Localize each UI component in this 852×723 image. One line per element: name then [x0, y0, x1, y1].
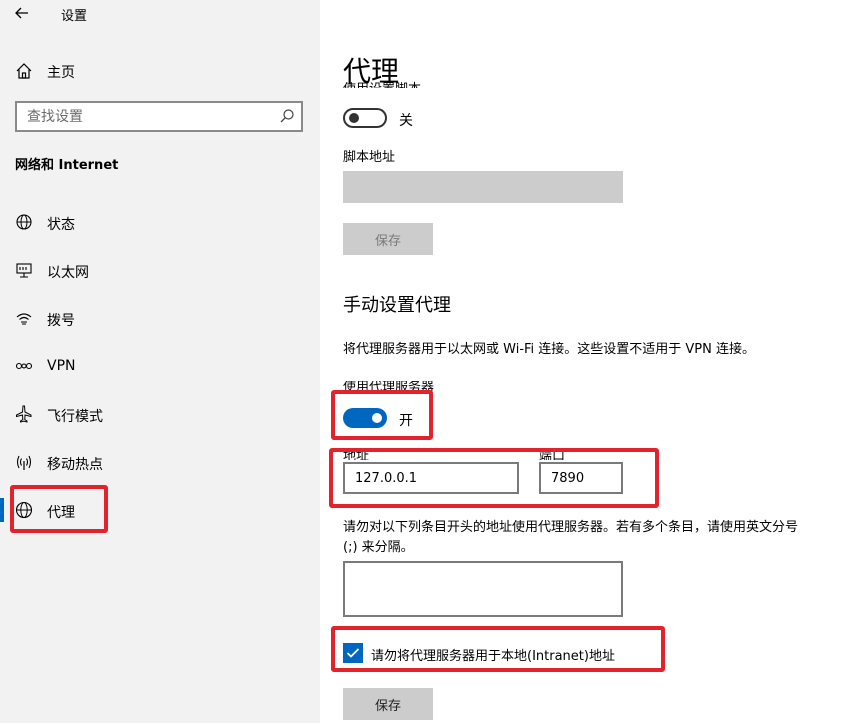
- setup-script-toggle-state: 关: [399, 113, 413, 129]
- manual-proxy-description: 将代理服务器用于以太网或 Wi-Fi 连接。这些设置不适用于 VPN 连接。: [343, 342, 756, 357]
- proxy-exceptions-input[interactable]: [343, 561, 623, 617]
- use-proxy-toggle-state: 开: [399, 413, 413, 429]
- sidebar-item-ethernet[interactable]: 以太网: [0, 250, 320, 290]
- globe-status-icon: [16, 214, 32, 230]
- active-indicator: [0, 498, 4, 522]
- dialup-icon: [16, 313, 32, 325]
- sidebar-item-mobile-hotspot[interactable]: 移动热点: [0, 442, 320, 482]
- sidebar-item-label: 移动热点: [47, 457, 103, 473]
- search-icon[interactable]: [279, 108, 295, 124]
- globe-icon: [15, 501, 33, 519]
- script-address-label: 脚本地址: [343, 150, 396, 165]
- sidebar-item-home[interactable]: 主页: [0, 56, 320, 86]
- search-input[interactable]: [17, 103, 267, 130]
- search-box: [15, 101, 303, 132]
- sidebar-item-label: 状态: [47, 217, 75, 233]
- main-content: 代理 使用设置脚本 关 脚本地址 保存 手动设置代理 将代理服务器用于以太网或 …: [320, 0, 852, 723]
- sidebar-item-label: 飞行模式: [47, 409, 103, 425]
- setup-script-toggle[interactable]: [343, 108, 387, 128]
- use-setup-script-label: 使用设置脚本: [343, 78, 421, 88]
- title-bar: 设置: [0, 0, 320, 28]
- sidebar-item-proxy[interactable]: 代理: [0, 490, 320, 530]
- toggle-knob: [349, 113, 359, 123]
- use-proxy-toggle[interactable]: [343, 408, 387, 428]
- sidebar-item-label: 代理: [47, 505, 75, 521]
- manual-proxy-heading: 手动设置代理: [343, 295, 451, 316]
- exceptions-description: 请勿对以下列条目开头的地址使用代理服务器。若有多个条目，请使用英文分号 (;) …: [343, 520, 799, 555]
- airplane-icon: [16, 405, 32, 423]
- back-arrow-icon: [15, 7, 28, 19]
- sidebar-item-dialup[interactable]: 拨号: [0, 298, 320, 338]
- home-icon: [16, 63, 32, 79]
- proxy-save-button[interactable]: 保存: [343, 688, 433, 720]
- proxy-address-input[interactable]: [343, 462, 519, 494]
- sidebar-item-label: 主页: [47, 65, 75, 81]
- proxy-port-input[interactable]: [539, 462, 623, 494]
- ethernet-icon: [16, 263, 32, 278]
- script-address-input[interactable]: [343, 171, 623, 203]
- use-proxy-label: 使用代理服务器: [343, 381, 435, 391]
- section-title: 网络和 Internet: [15, 158, 119, 173]
- hotspot-icon: [16, 455, 32, 470]
- toggle-knob: [372, 413, 382, 423]
- vpn-icon: [15, 362, 33, 370]
- bypass-local-label: 请勿将代理服务器用于本地(Intranet)地址: [371, 649, 615, 664]
- back-button[interactable]: [8, 2, 36, 24]
- address-label: 地址: [343, 450, 370, 460]
- window-title: 设置: [61, 9, 88, 24]
- sidebar-item-label: 拨号: [47, 313, 75, 329]
- bypass-local-checkbox[interactable]: [343, 643, 363, 663]
- sidebar-item-airplane-mode[interactable]: 飞行模式: [0, 394, 320, 434]
- script-save-button[interactable]: 保存: [343, 223, 433, 255]
- sidebar-item-status[interactable]: 状态: [0, 202, 320, 242]
- sidebar-item-vpn[interactable]: VPN: [0, 346, 320, 386]
- port-label: 端口: [539, 450, 566, 460]
- checkmark-icon: [346, 648, 360, 658]
- sidebar: 设置 主页 网络和 Internet 状态 以太网: [0, 0, 320, 723]
- sidebar-item-label: VPN: [47, 358, 76, 374]
- sidebar-item-label: 以太网: [47, 265, 89, 281]
